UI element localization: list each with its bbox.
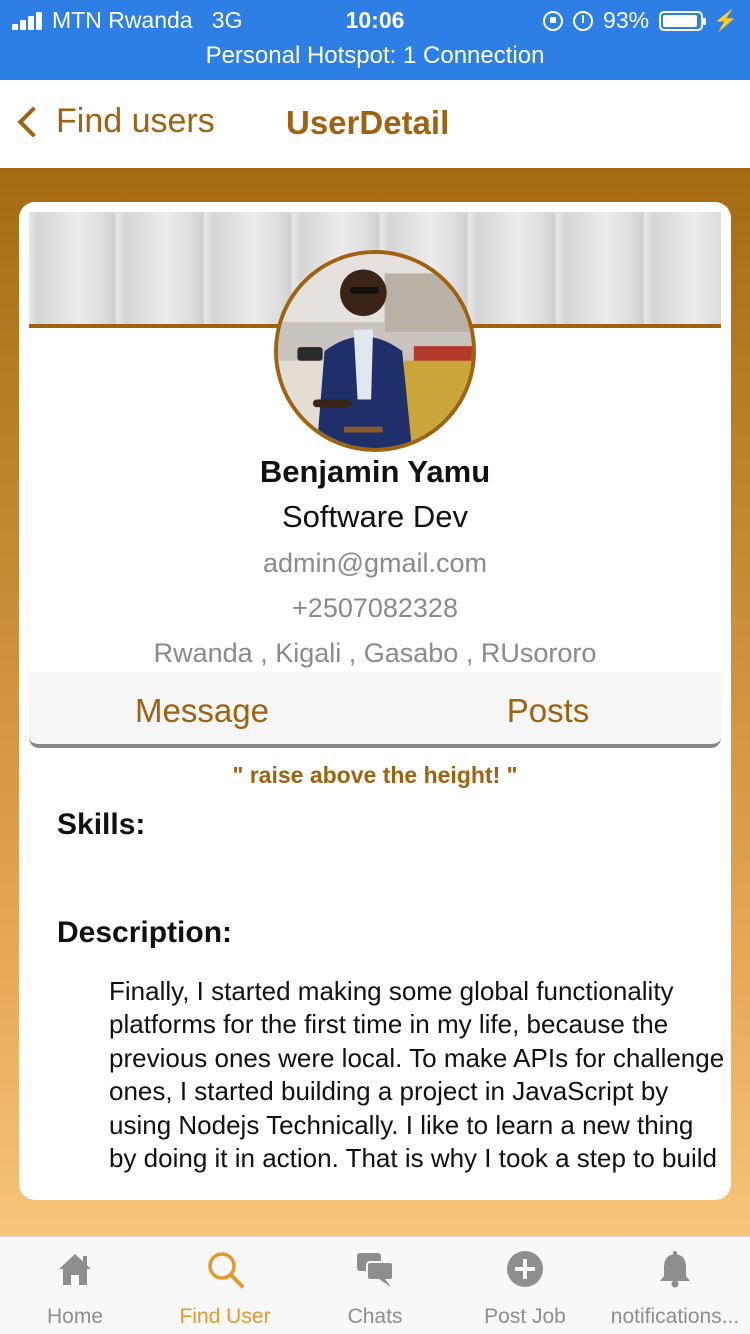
user-name: Benjamin Yamu xyxy=(259,454,491,489)
back-button[interactable]: Find users xyxy=(14,102,215,141)
charging-bolt-icon: ⚡ xyxy=(713,10,738,32)
user-role: Software Dev xyxy=(281,499,469,534)
chats-icon xyxy=(357,1253,394,1287)
add-circle-icon xyxy=(507,1251,543,1287)
tab-label: Chats xyxy=(347,1305,403,1328)
tab-label: notifications... xyxy=(610,1305,740,1328)
hotspot-banner[interactable]: Personal Hotspot: 1 Connection xyxy=(0,42,750,70)
chevron-left-icon xyxy=(17,105,49,138)
description-text[interactable]: Finally, I started making some global fu… xyxy=(109,975,725,1200)
battery-icon xyxy=(659,10,707,31)
profile-card: Benjamin Yamu Software Dev admin@gmail.c… xyxy=(19,202,731,1200)
page-title: UserDetail xyxy=(286,104,450,141)
user-quote: " raise above the height! " xyxy=(232,762,518,788)
battery-percent: 93% xyxy=(603,7,650,33)
tab-label: Post Job xyxy=(484,1305,566,1328)
tab-bar: Home Find User Chats Post Job notificati… xyxy=(0,1236,750,1334)
tab-chats[interactable]: Chats xyxy=(300,1237,450,1334)
posts-button[interactable]: Posts xyxy=(375,672,721,744)
tab-home[interactable]: Home xyxy=(0,1237,150,1334)
bell-icon xyxy=(660,1251,690,1288)
profile-photo xyxy=(278,254,472,448)
description-heading: Description: xyxy=(57,916,233,949)
avatar[interactable] xyxy=(274,250,476,452)
tab-label: Find User xyxy=(179,1305,271,1328)
navigation-bar: Find users UserDetail xyxy=(0,80,750,168)
user-phone[interactable]: +2507082328 xyxy=(19,593,731,624)
tab-notifications[interactable]: notifications... xyxy=(600,1237,750,1334)
back-label: Find users xyxy=(56,102,215,140)
home-icon xyxy=(59,1254,91,1285)
tab-post-job[interactable]: Post Job xyxy=(450,1237,600,1334)
profile-actions: Message Posts xyxy=(29,672,721,748)
user-email[interactable]: admin@gmail.com xyxy=(19,548,731,579)
skills-heading: Skills: xyxy=(57,808,146,841)
rotation-lock-icon xyxy=(543,10,564,31)
tab-label: Home xyxy=(46,1305,104,1328)
search-icon xyxy=(208,1252,244,1288)
tab-find-user[interactable]: Find User xyxy=(150,1237,300,1334)
user-address: Rwanda , Kigali , Gasabo , RUsororo xyxy=(153,638,597,668)
alarm-icon xyxy=(573,10,594,31)
status-bar: MTN Rwanda 3G 10:06 93% ⚡ Personal Hotsp… xyxy=(0,0,750,80)
message-button[interactable]: Message xyxy=(29,672,375,744)
